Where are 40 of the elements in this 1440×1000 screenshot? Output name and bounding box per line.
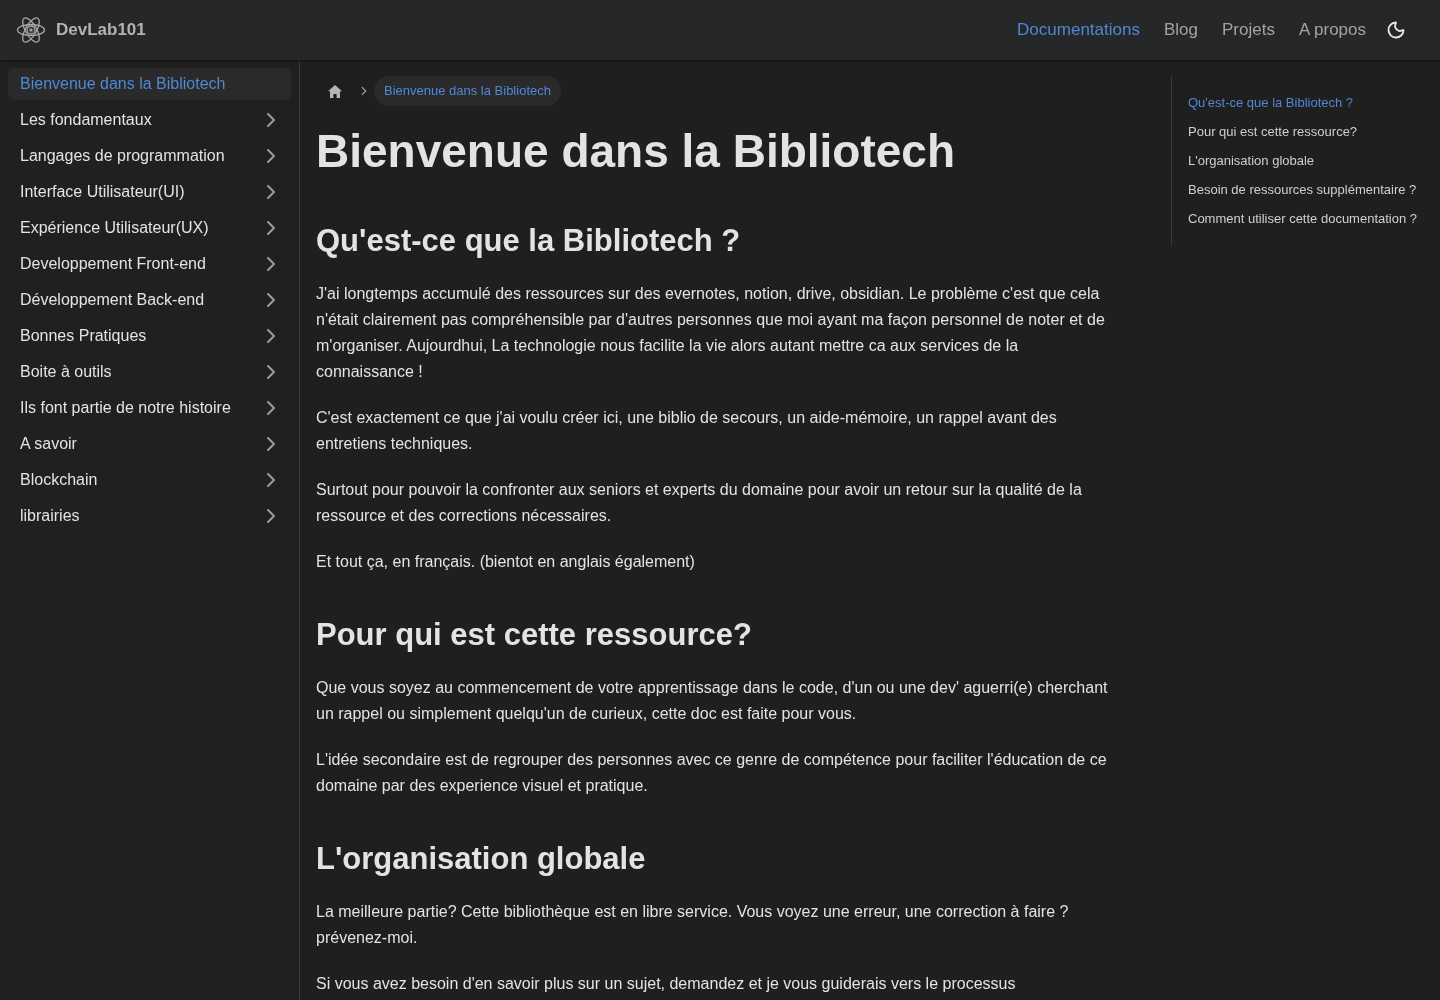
page-title: Bienvenue dans la Bibliotech xyxy=(316,124,957,179)
sidebar-item[interactable]: Développement Back-end xyxy=(8,284,291,316)
sidebar-item[interactable]: Langages de programmation xyxy=(8,140,291,172)
sidebar-item[interactable]: librairies xyxy=(8,500,291,532)
sidebar-item[interactable]: Expérience Utilisateur(UX) xyxy=(8,212,291,244)
sidebar-item[interactable]: Blockchain xyxy=(8,464,291,496)
nav-link[interactable]: Documentations xyxy=(1017,17,1140,43)
nav-link[interactable]: Blog xyxy=(1163,17,1198,43)
sidebar-item[interactable]: Les fondamentaux xyxy=(8,104,291,136)
toc-link[interactable]: Qu'est-ce que la Bibliotech ? xyxy=(1188,92,1420,113)
sidebar-item[interactable]: Bienvenue dans la Bibliotech xyxy=(8,68,291,100)
theme-toggle-button[interactable] xyxy=(1386,20,1406,40)
paragraph: J'ai longtemps accumulé des ressources sur des evernotes, notion, drive, obsidian. Le problème c'est que cela n'était clairement pas compréhensible par d'autres personnes que moi ayant ma façon personnel de noter et de m'organiser. Aujourdhui, La technologie nous facilite la vie alors autant mettre ca aux services de la connaissance ! xyxy=(316,284,1106,382)
toc-link[interactable]: L'organisation globale xyxy=(1188,150,1420,171)
section-heading: L'organisation globale xyxy=(316,840,647,878)
toc-link[interactable]: Comment utiliser cette documentation ? xyxy=(1188,208,1420,229)
paragraph: Et tout ça, en français. (bientot en anglais également) xyxy=(316,552,696,572)
paragraph: La meilleure partie? Cette bibliothèque est en libre service. Vous voyez une erreur, une correction à faire ? prévenez-moi. xyxy=(316,902,1070,948)
sidebar-item[interactable]: Developpement Front-end xyxy=(8,248,291,280)
nav-link[interactable]: A propos xyxy=(1298,17,1366,43)
paragraph: Que vous soyez au commencement de votre apprentissage dans le code, d'un ou une dev' aguerri(e) cherchant un rappel ou simplement quelqu'un de curieux, cette doc est faite pour vous. xyxy=(316,678,1109,724)
atom-logo-icon xyxy=(16,15,46,45)
section-heading: Pour qui est cette ressource? xyxy=(316,616,753,654)
sidebar-item[interactable]: Boite à outils xyxy=(8,356,291,388)
site-logo-link[interactable]: DevLab101 xyxy=(16,15,146,45)
home-icon xyxy=(328,84,342,98)
sidebar-item[interactable]: Bonnes Pratiques xyxy=(8,320,291,352)
sidebar-item[interactable]: Ils font partie de notre histoire xyxy=(8,392,291,424)
toc-link[interactable]: Besoin de ressources supplémentaire ? xyxy=(1188,179,1420,200)
paragraph: Si vous avez besoin d'en savoir plus sur un sujet, demandez et je vous guiderais vers le processus xyxy=(316,974,1017,994)
sidebar-item[interactable]: A savoir xyxy=(8,428,291,460)
paragraph: C'est exactement ce que j'ai voulu créer ici, une biblio de secours, un aide-mémoire, un rappel avant des entretiens techniques. xyxy=(316,408,1058,454)
toc-link[interactable]: Pour qui est cette ressource? xyxy=(1188,121,1420,142)
breadcrumb-current[interactable]: Bienvenue dans la Bibliotech xyxy=(374,76,561,106)
moon-icon xyxy=(1386,20,1406,40)
section-heading: Qu'est-ce que la Bibliotech ? xyxy=(316,222,742,260)
paragraph: Surtout pour pouvoir la confronter aux seniors et experts du domaine pour avoir un retour sur la qualité de la ressource et des corrections nécessaires. xyxy=(316,480,1083,526)
paragraph: L'idée secondaire est de regrouper des personnes avec ce genre de compétence pour faciliter l'éducation de ce domaine par des experience visuel et pratique. xyxy=(316,750,1108,796)
sidebar-item[interactable]: Interface Utilisateur(UI) xyxy=(8,176,291,208)
nav-link[interactable]: Projets xyxy=(1221,17,1275,43)
